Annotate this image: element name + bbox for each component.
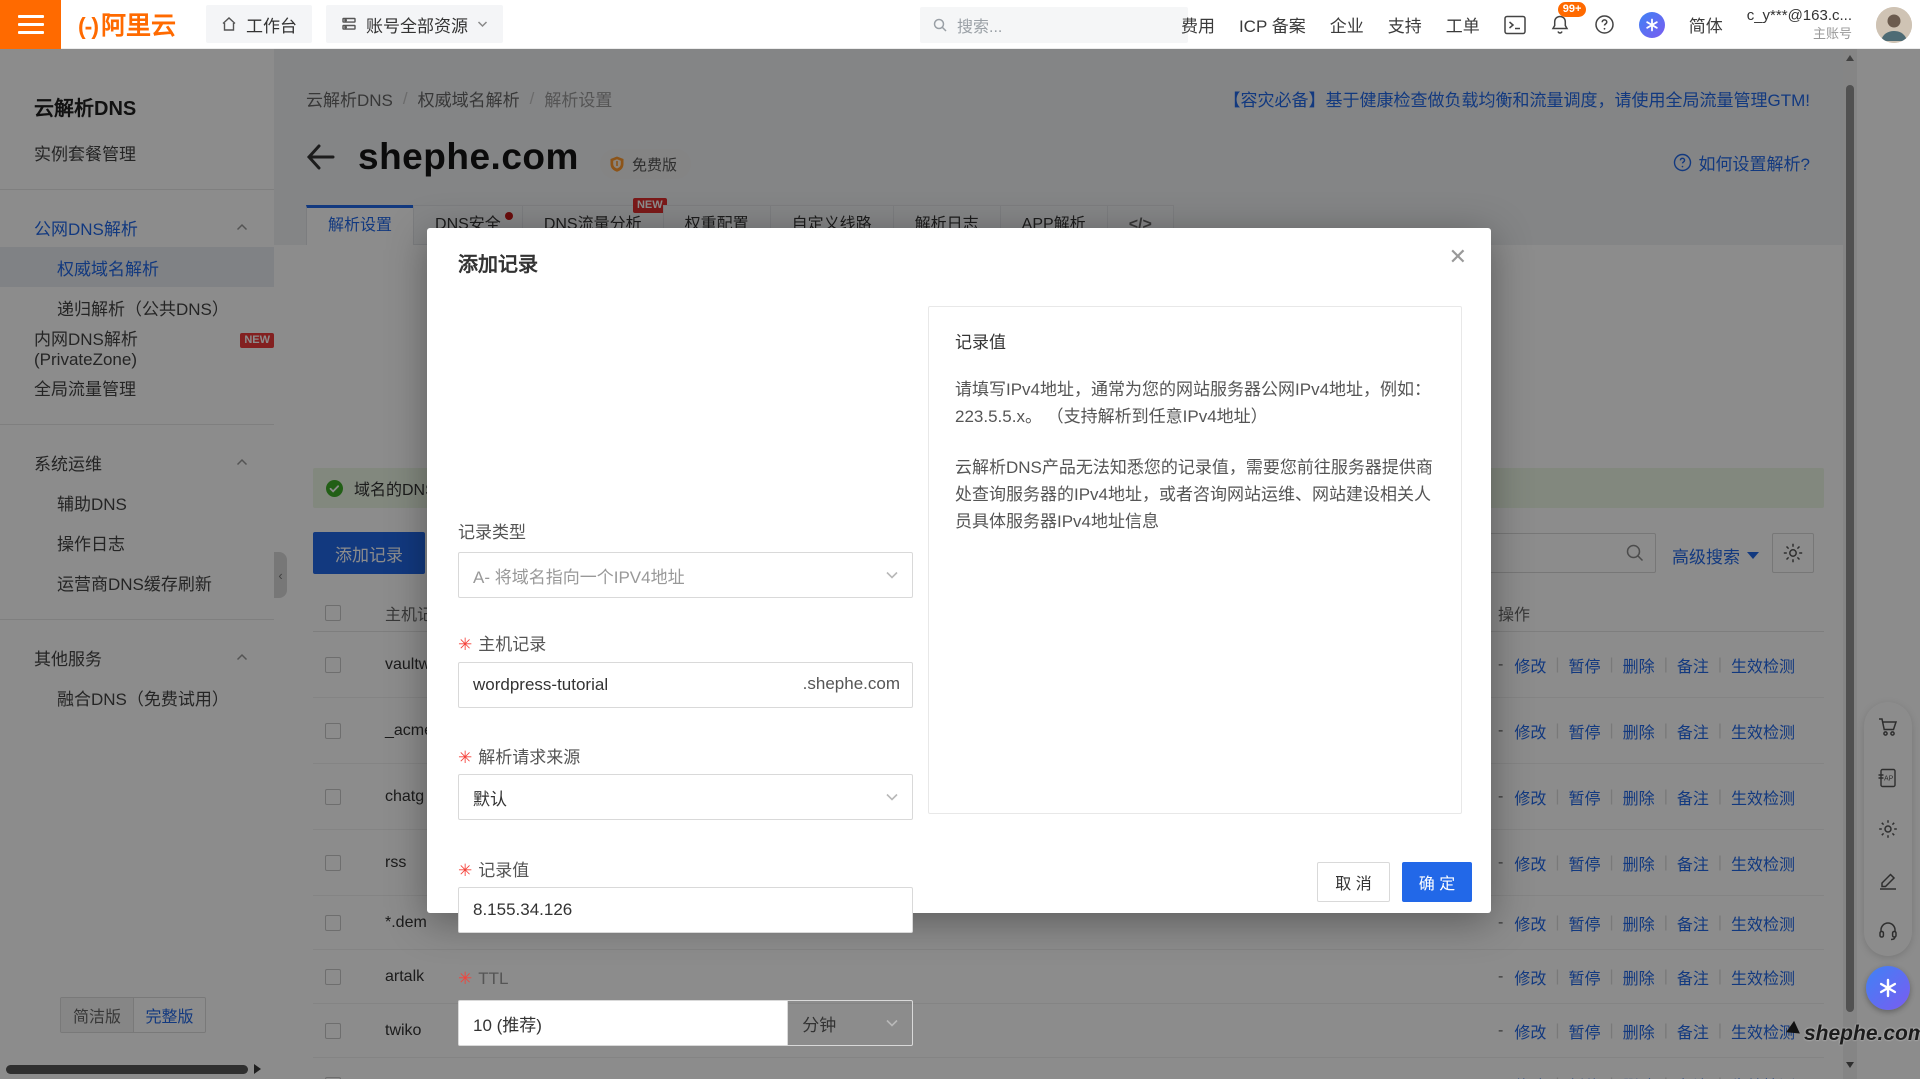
host-record-label: ✳主机记录 <box>458 630 546 655</box>
record-value-help-panel: 记录值 请填写IPv4地址，通常为您的网站服务器公网IPv4地址，例如：223.… <box>928 306 1462 814</box>
request-source-label: ✳解析请求来源 <box>458 743 580 768</box>
nav-menu-item[interactable]: ICP 备案 <box>1239 12 1306 37</box>
aliyun-logo[interactable]: (-) 阿里云 <box>78 6 176 42</box>
resources-icon <box>341 16 357 32</box>
chevron-down-icon <box>885 792 899 803</box>
workbench-button[interactable]: 工作台 <box>206 5 312 43</box>
host-record-field: .shephe.com <box>458 662 913 708</box>
nav-menu-item[interactable]: 支持 <box>1388 12 1422 37</box>
search-placeholder: 搜索... <box>957 13 1002 37</box>
cancel-button[interactable]: 取 消 <box>1317 862 1390 902</box>
record-type-select[interactable]: A- 将域名指向一个IPV4地址 <box>458 552 913 598</box>
cursor-icon <box>1786 1021 1804 1039</box>
record-type-label: 记录类型 <box>458 518 526 543</box>
record-value-input[interactable] <box>458 887 913 933</box>
record-value-label: ✳记录值 <box>458 856 529 881</box>
confirm-button[interactable]: 确 定 <box>1402 862 1472 902</box>
global-search-input[interactable]: 搜索... <box>920 7 1188 43</box>
nav-menu-item[interactable]: 工单 <box>1446 12 1480 37</box>
chevron-down-icon <box>885 1018 899 1029</box>
chevron-down-icon <box>477 20 488 28</box>
ttl-field: 分钟 <box>458 1000 913 1046</box>
notification-badge: 99+ <box>1558 2 1587 17</box>
recording-watermark: shephe.com> <box>1788 1022 1920 1046</box>
top-navbar: (-) 阿里云 工作台 账号全部资源 搜索... 费用 ICP 备案企业支持工单 … <box>0 0 1920 49</box>
close-icon[interactable]: ✕ <box>1449 246 1467 268</box>
chevron-down-icon <box>885 570 899 581</box>
avatar[interactable] <box>1876 7 1912 43</box>
cloudshell-icon[interactable] <box>1504 15 1526 35</box>
ttl-input[interactable] <box>458 1000 788 1046</box>
aliyun-logo-mark: (-) <box>78 13 98 40</box>
language-switcher[interactable]: 简体 <box>1689 12 1723 37</box>
help-title: 记录值 <box>955 329 1435 356</box>
aliyun-logo-text: 阿里云 <box>101 6 176 42</box>
help-icon[interactable] <box>1594 14 1615 35</box>
home-icon <box>221 16 237 32</box>
add-record-modal: 添加记录 ✕ 记录类型 A- 将域名指向一个IPV4地址 ✳主机记录 .shep… <box>427 228 1491 913</box>
request-source-select[interactable]: 默认 <box>458 774 913 820</box>
aliyun-dns-console: (-) 阿里云 工作台 账号全部资源 搜索... 费用 ICP 备案企业支持工单 … <box>0 0 1920 1079</box>
assistant-logo-icon[interactable] <box>1866 966 1910 1010</box>
ttl-unit-select[interactable]: 分钟 <box>788 1000 913 1046</box>
help-paragraph: 云解析DNS产品无法知悉您的记录值，需要您前往服务器提供商处查询服务器的IPv4… <box>955 454 1435 535</box>
notifications-bell-icon[interactable]: 99+ <box>1550 14 1570 35</box>
modal-title: 添加记录 <box>458 248 538 277</box>
user-account[interactable]: c_y***@163.c... 主账号 <box>1747 7 1852 42</box>
navbar-right-group: 费用 ICP 备案企业支持工单 99+ 简体 c_y***@163.c... 主账… <box>1181 0 1912 49</box>
ttl-label: ✳TTL <box>458 969 508 989</box>
nav-menu-item[interactable]: 企业 <box>1330 12 1364 37</box>
domain-suffix: .shephe.com <box>803 674 900 694</box>
nav-menu-item[interactable]: 费用 <box>1181 12 1215 37</box>
help-paragraph: 请填写IPv4地址，通常为您的网站服务器公网IPv4地址，例如：223.5.5.… <box>955 376 1435 430</box>
hamburger-menu-icon[interactable] <box>0 0 61 49</box>
user-email: c_y***@163.c... <box>1747 7 1852 26</box>
user-role: 主账号 <box>1747 26 1852 42</box>
app-center-icon[interactable] <box>1639 12 1665 38</box>
account-resources-dropdown[interactable]: 账号全部资源 <box>326 5 503 43</box>
search-icon <box>932 17 948 33</box>
